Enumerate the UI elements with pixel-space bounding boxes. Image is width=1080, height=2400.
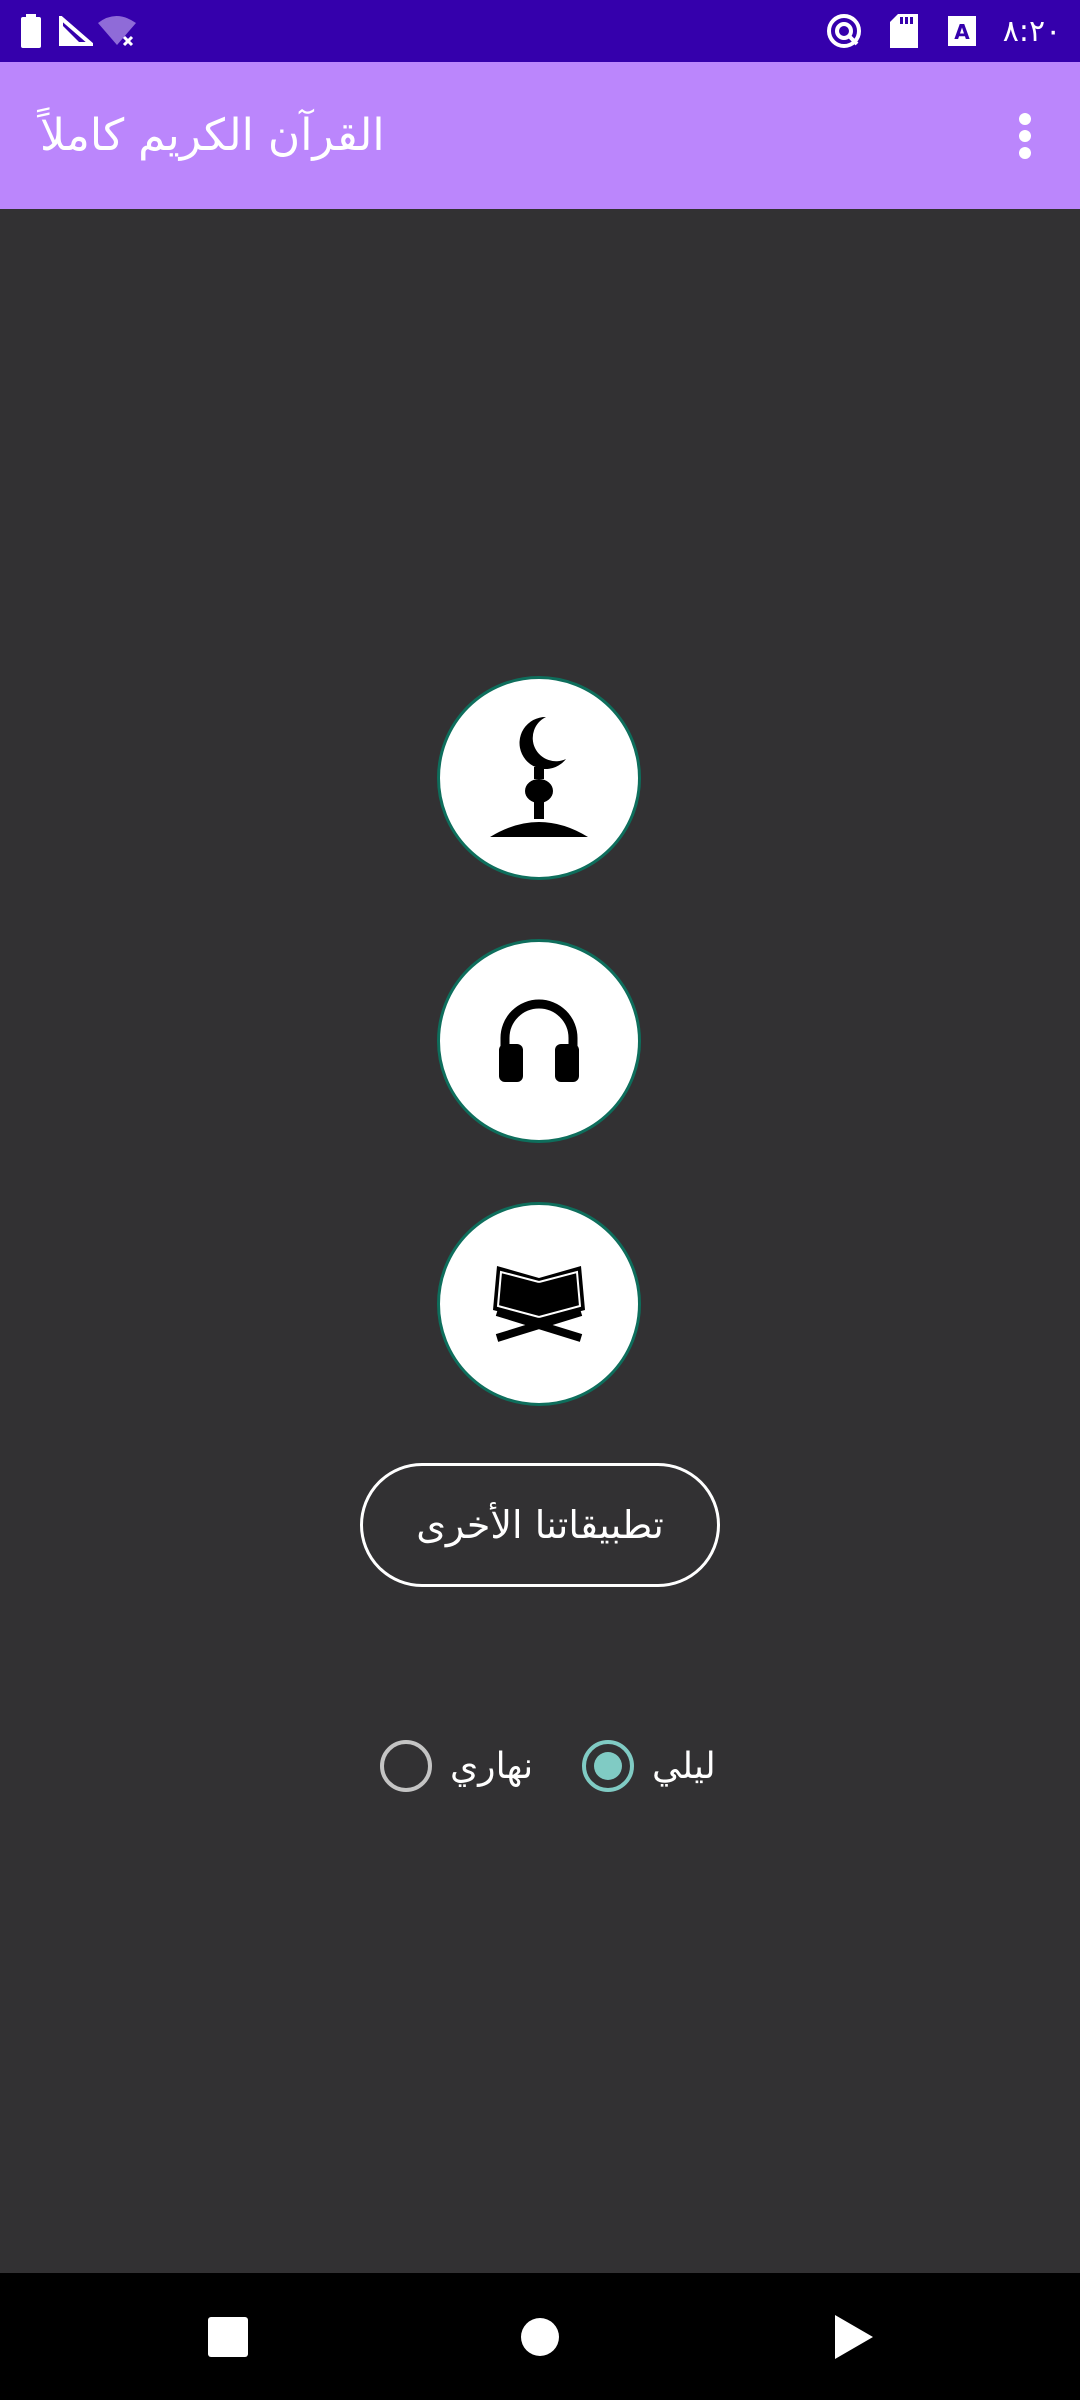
- app-bar: القرآن الكريم كاملاً: [0, 62, 1080, 209]
- radio-night-circle[interactable]: [582, 1740, 634, 1792]
- sd-card-icon: [884, 0, 924, 62]
- status-bar: A ٨:٢٠: [0, 0, 1080, 62]
- sync-icon: [822, 0, 866, 62]
- recents-square-icon[interactable]: [168, 2273, 288, 2400]
- other-apps-button[interactable]: تطبيقاتنا الأخرى: [360, 1463, 720, 1587]
- status-time: ٨:٢٠: [1002, 13, 1062, 49]
- radio-day-label: نهاري: [450, 1745, 534, 1787]
- radio-day[interactable]: نهاري: [380, 1736, 533, 1796]
- app-title: القرآن الكريم كاملاً: [40, 110, 385, 161]
- headphones-icon: [497, 994, 581, 1088]
- open-quran-icon: [489, 1262, 589, 1346]
- signal-icon: [56, 0, 96, 62]
- wifi-off-icon: [94, 0, 140, 62]
- keyboard-a-icon: A: [944, 0, 980, 62]
- more-vert-icon[interactable]: [990, 62, 1060, 209]
- mosque-crescent-icon: [484, 711, 594, 845]
- battery-icon: [16, 0, 46, 62]
- home-circle-icon[interactable]: [480, 2273, 600, 2400]
- read-button[interactable]: [437, 1202, 641, 1406]
- svg-text:A: A: [954, 20, 970, 44]
- radio-day-circle[interactable]: [380, 1740, 432, 1792]
- radio-night-label: ليلي: [652, 1745, 716, 1787]
- navigation-bar: [0, 2273, 1080, 2400]
- main-content: تطبيقاتنا الأخرى نهاري ليلي: [0, 209, 1080, 2273]
- radio-night[interactable]: ليلي: [582, 1736, 716, 1796]
- prayer-button[interactable]: [437, 676, 641, 880]
- back-triangle-icon[interactable]: [794, 2273, 914, 2400]
- radio-selected-dot: [594, 1752, 622, 1780]
- theme-radio-group: نهاري ليلي: [380, 1736, 720, 1796]
- listen-button[interactable]: [437, 939, 641, 1143]
